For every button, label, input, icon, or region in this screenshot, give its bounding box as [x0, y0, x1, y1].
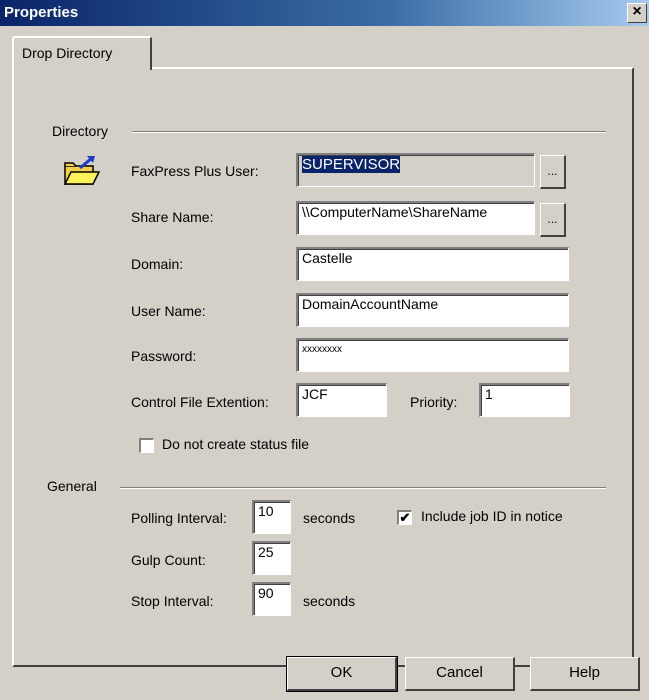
stop-interval-label: Stop Interval:	[131, 593, 214, 609]
faxpress-user-label: FaxPress Plus User:	[131, 163, 259, 179]
faxpress-user-browse-button[interactable]: ...	[540, 155, 566, 189]
include-job-id-checkbox[interactable]: ✔	[397, 510, 412, 525]
no-status-file-label: Do not create status file	[162, 436, 310, 452]
title-bar: Properties ×	[0, 0, 649, 26]
ok-button[interactable]: OK	[286, 656, 398, 692]
faxpress-user-value: SUPERVISOR	[302, 156, 401, 173]
polling-interval-label: Polling Interval:	[131, 510, 227, 526]
faxpress-user-field[interactable]: SUPERVISOR	[296, 153, 535, 187]
tab-label: Drop Directory	[22, 45, 113, 61]
domain-field[interactable]: Castelle	[296, 247, 569, 281]
polling-interval-field[interactable]: 10	[252, 500, 291, 534]
general-group-label: General	[47, 478, 97, 494]
directory-group-divider	[132, 131, 606, 133]
general-group-divider	[120, 487, 606, 489]
password-label: Password:	[131, 348, 197, 364]
window-title: Properties	[4, 4, 79, 21]
user-name-field[interactable]: DomainAccountName	[296, 293, 569, 327]
domain-label: Domain:	[131, 256, 184, 272]
stop-interval-unit: seconds	[303, 593, 356, 609]
close-icon: ×	[632, 3, 642, 20]
close-button[interactable]: ×	[627, 3, 647, 23]
priority-field[interactable]: 1	[479, 383, 570, 417]
polling-interval-unit: seconds	[303, 510, 356, 526]
password-field[interactable]: xxxxxxxx	[296, 338, 569, 372]
help-button[interactable]: Help	[530, 657, 640, 691]
no-status-file-checkbox[interactable]	[139, 438, 154, 453]
cancel-button[interactable]: Cancel	[405, 657, 515, 691]
gulp-count-field[interactable]: 25	[252, 541, 291, 575]
share-name-label: Share Name:	[131, 209, 214, 225]
share-name-browse-button[interactable]: ...	[540, 203, 566, 237]
stop-interval-field[interactable]: 90	[252, 582, 291, 616]
control-ext-field[interactable]: JCF	[296, 383, 387, 417]
gulp-count-label: Gulp Count:	[131, 552, 206, 568]
priority-label: Priority:	[410, 394, 458, 410]
directory-group-label: Directory	[52, 123, 109, 139]
open-folder-icon	[62, 153, 102, 189]
include-job-id-label: Include job ID in notice	[421, 508, 563, 524]
tab-drop-directory[interactable]: Drop Directory	[12, 36, 152, 70]
user-name-label: User Name:	[131, 303, 206, 319]
control-ext-label: Control File Extention:	[131, 394, 269, 410]
share-name-field[interactable]: \\ComputerName\ShareName	[296, 201, 535, 235]
